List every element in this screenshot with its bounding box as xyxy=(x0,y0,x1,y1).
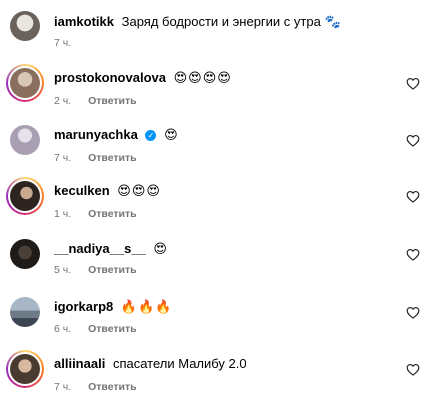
comment-username[interactable]: prostokonovalova xyxy=(54,70,166,85)
comment-text: keculken 😍😍😍 xyxy=(54,183,161,199)
comment-username[interactable]: igorkarp8 xyxy=(54,299,113,314)
comment-text: marunyachka ✓ 😍 xyxy=(54,127,179,143)
avatar[interactable] xyxy=(10,297,40,327)
reply-button[interactable]: Ответить xyxy=(88,208,137,220)
reply-button[interactable]: Ответить xyxy=(88,264,137,276)
post-meta: 7 ч. xyxy=(54,37,71,49)
heart-outline-icon[interactable] xyxy=(406,248,420,261)
comment-meta: 6 ч. Ответить xyxy=(54,323,137,335)
post-caption: iamkotikk Заряд бодрости и энергии с утр… xyxy=(54,14,342,30)
post-time: 7 ч. xyxy=(54,37,72,49)
comment-time: 7 ч. xyxy=(54,381,72,393)
story-ring[interactable] xyxy=(6,64,44,102)
comment-time: 5 ч. xyxy=(54,264,72,276)
avatar[interactable] xyxy=(10,125,40,155)
avatar xyxy=(10,68,40,98)
story-ring[interactable] xyxy=(6,350,44,388)
comment-username[interactable]: alliinaali xyxy=(54,356,105,371)
heart-outline-icon[interactable] xyxy=(406,190,420,203)
post-caption-text: Заряд бодрости и энергии с утра xyxy=(121,14,321,29)
comment-text: prostokonovalova 😍😍😍😍 xyxy=(54,70,232,86)
comment-text: __nadiya__s__ 😍 xyxy=(54,241,168,257)
heart-outline-icon[interactable] xyxy=(406,77,420,90)
comment-meta: 1 ч. Ответить xyxy=(54,208,137,220)
comment-emoji: 😍😍😍😍 xyxy=(173,70,232,85)
verified-badge-icon: ✓ xyxy=(145,130,157,141)
comment-emoji: 😍😍😍 xyxy=(117,183,161,198)
comment-meta: 2 ч. Ответить xyxy=(54,95,137,107)
avatar[interactable] xyxy=(10,239,40,269)
heart-outline-icon[interactable] xyxy=(406,363,420,376)
heart-outline-icon[interactable] xyxy=(406,306,420,319)
reply-button[interactable]: Ответить xyxy=(88,323,137,335)
avatar xyxy=(10,354,40,384)
reply-button[interactable]: Ответить xyxy=(88,381,137,393)
comment-meta: 7 ч. Ответить xyxy=(54,152,137,164)
comment-emoji: 😍 xyxy=(164,127,179,142)
reply-button[interactable]: Ответить xyxy=(88,152,137,164)
comment-emoji: 🔥🔥🔥 xyxy=(120,299,173,314)
heart-outline-icon[interactable] xyxy=(406,134,420,147)
comment-username[interactable]: marunyachka xyxy=(54,127,138,142)
story-ring[interactable] xyxy=(6,177,44,215)
comment-username[interactable]: keculken xyxy=(54,183,110,198)
comment-time: 6 ч. xyxy=(54,323,72,335)
comment-meta: 5 ч. Ответить xyxy=(54,264,137,276)
comment-time: 1 ч. xyxy=(54,208,72,220)
comment-meta: 7 ч. Ответить xyxy=(54,381,137,393)
reply-button[interactable]: Ответить xyxy=(88,95,137,107)
comment-time: 2 ч. xyxy=(54,95,72,107)
comment-time: 7 ч. xyxy=(54,152,72,164)
post-author-username[interactable]: iamkotikk xyxy=(54,14,114,29)
post-caption-emoji: 🐾 xyxy=(324,14,342,29)
comment-text: alliinaali спасатели Малибу 2.0 xyxy=(54,356,247,372)
comment-emoji: 😍 xyxy=(153,241,168,256)
comment-text: igorkarp8 🔥🔥🔥 xyxy=(54,299,172,315)
comment-username[interactable]: __nadiya__s__ xyxy=(54,241,146,256)
comment-body: спасатели Малибу 2.0 xyxy=(112,356,247,371)
post-author-avatar[interactable] xyxy=(10,11,40,41)
avatar xyxy=(10,181,40,211)
